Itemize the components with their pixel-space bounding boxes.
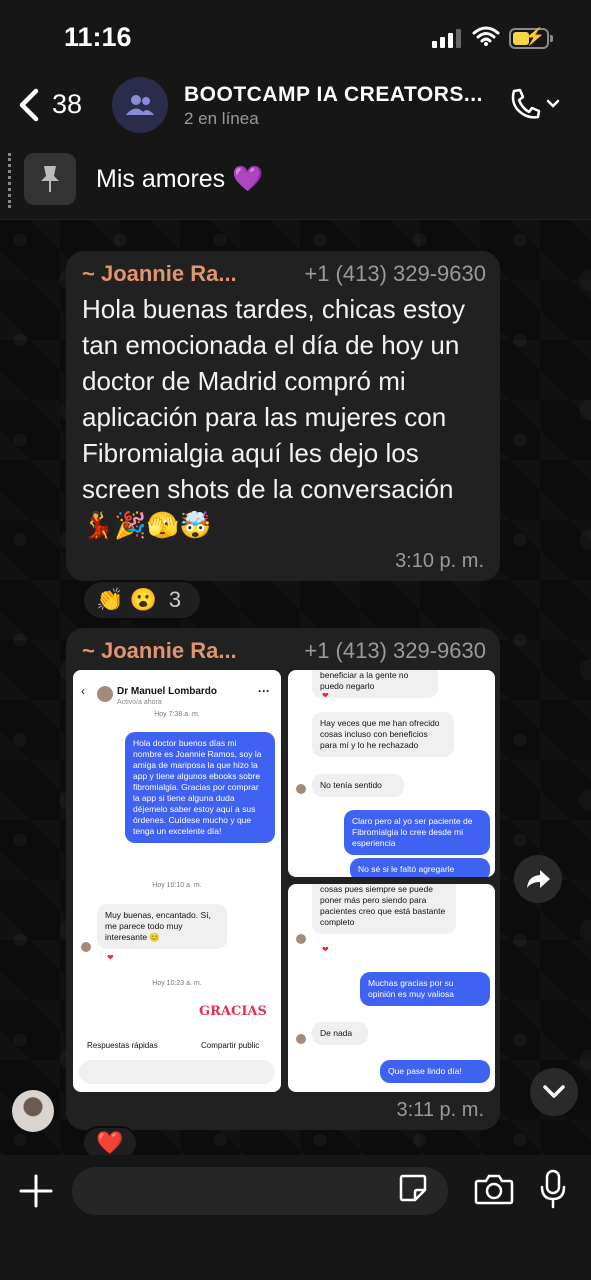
- back-arrow-icon: ‹: [81, 684, 85, 698]
- sticker-icon[interactable]: [398, 1173, 428, 1203]
- unread-count[interactable]: 38: [52, 89, 82, 120]
- sender-phone[interactable]: +1 (413) 329-9630: [304, 261, 486, 287]
- reactions-pill[interactable]: 👏 😮 3: [82, 580, 202, 620]
- share-post: Compartir public: [201, 1041, 260, 1050]
- screenshot-image[interactable]: ‹ Dr Manuel Lombardo Activo/a ahora ··· …: [73, 670, 281, 1092]
- heart-icon: ❤: [322, 691, 329, 700]
- chevron-down-icon: [543, 1085, 565, 1098]
- sent-message: Que pase lindo día!: [380, 1060, 490, 1083]
- forward-icon: [527, 870, 550, 888]
- reaction-count: 3: [168, 587, 182, 612]
- more-icon: ···: [258, 684, 270, 698]
- screenshot-image[interactable]: beneficiar a la gente no puedo negarlo ❤…: [288, 670, 495, 877]
- received-message: cosas pues siempre se puede poner más pe…: [312, 884, 456, 934]
- quick-actions: Respuestas rápidas Compartir public: [77, 1038, 281, 1056]
- sender-phone[interactable]: +1 (413) 329-9630: [304, 638, 486, 664]
- chat-header: 38 BOOTCAMP IA CREATORS... 2 en línea: [0, 75, 591, 145]
- compose-field: [79, 1060, 275, 1084]
- received-message: No tenía sentido: [312, 774, 404, 797]
- battery-icon: ⚡: [509, 27, 553, 49]
- pinned-indicator: [8, 153, 11, 208]
- group-name[interactable]: BOOTCAMP IA CREATORS...: [184, 83, 483, 107]
- pinned-message-bar[interactable]: Mis amores 💜: [0, 145, 591, 220]
- reaction-emojis: 👏 😮: [96, 587, 157, 612]
- screenshot-image[interactable]: cosas pues siempre se puede poner más pe…: [288, 884, 495, 1092]
- scroll-to-bottom-button[interactable]: [530, 1068, 578, 1116]
- group-avatar[interactable]: [112, 77, 168, 133]
- quick-replies: Respuestas rápidas: [87, 1041, 158, 1050]
- timestamp: Hoy 7:38 a. m.: [154, 711, 200, 718]
- forward-button[interactable]: [514, 855, 562, 903]
- received-message: beneficiar a la gente no puedo negarlo: [312, 670, 438, 698]
- sent-message: Claro pero al yo ser paciente de Fibromi…: [344, 810, 490, 855]
- avatar: [296, 934, 306, 944]
- plus-icon[interactable]: [18, 1173, 54, 1209]
- heart-icon: ❤: [107, 953, 114, 962]
- avatar: [296, 784, 306, 794]
- gracias-sticker: GRACIAS: [199, 1004, 267, 1019]
- phone-call-icon[interactable]: [508, 87, 564, 121]
- avatar: [81, 942, 91, 952]
- wifi-icon: [472, 26, 500, 46]
- sent-message: Muchas gracias por su opinión es muy val…: [360, 972, 490, 1006]
- contact-name: Dr Manuel Lombardo: [117, 686, 218, 697]
- microphone-icon[interactable]: [538, 1169, 568, 1209]
- message-input[interactable]: [72, 1167, 448, 1215]
- sender-name[interactable]: ~ Joannie Ra...: [82, 261, 237, 287]
- message-input-bar: [0, 1155, 591, 1280]
- sent-message: No sé si le faltó agregarle: [350, 858, 490, 877]
- timestamp: Hoy 10:10 a. m.: [152, 882, 202, 889]
- heart-icon: ❤: [322, 945, 329, 954]
- timestamp: Hoy 10:23 a. m.: [152, 980, 202, 987]
- received-message: De nada: [312, 1022, 368, 1045]
- message-time: 3:11 p. m.: [396, 1099, 484, 1121]
- received-message: Hay veces que me han ofrecido cosas incl…: [312, 712, 454, 757]
- sender-avatar[interactable]: [12, 1090, 54, 1132]
- avatar: [97, 686, 113, 702]
- sender-name[interactable]: ~ Joannie Ra...: [82, 638, 237, 664]
- camera-icon[interactable]: [474, 1173, 514, 1205]
- message-text: Hola buenas tardes, chicas estoy tan emo…: [82, 294, 465, 540]
- message-time: 3:10 p. m.: [395, 550, 484, 572]
- pinned-text: Mis amores 💜: [96, 165, 264, 193]
- received-message: Muy buenas, encantado. Sí, me parece tod…: [97, 904, 227, 949]
- avatar: [296, 1034, 306, 1044]
- status-bar: 11:16 ⚡: [0, 0, 591, 75]
- status-time: 11:16: [64, 22, 132, 52]
- sent-message: Hola doctor buenos días mi nombre es Joa…: [125, 732, 275, 843]
- message-bubble[interactable]: ~ Joannie Ra... +1 (413) 329-9630 Hola b…: [66, 251, 500, 581]
- online-status: 2 en línea: [184, 109, 259, 128]
- signal-icon: [432, 28, 462, 48]
- pin-icon: [24, 153, 76, 205]
- back-chevron-icon[interactable]: [14, 85, 44, 125]
- group-icon: [126, 95, 154, 115]
- dm-header: ‹ Dr Manuel Lombardo Activo/a ahora ···: [81, 684, 276, 712]
- contact-status: Activo/a ahora: [117, 699, 162, 706]
